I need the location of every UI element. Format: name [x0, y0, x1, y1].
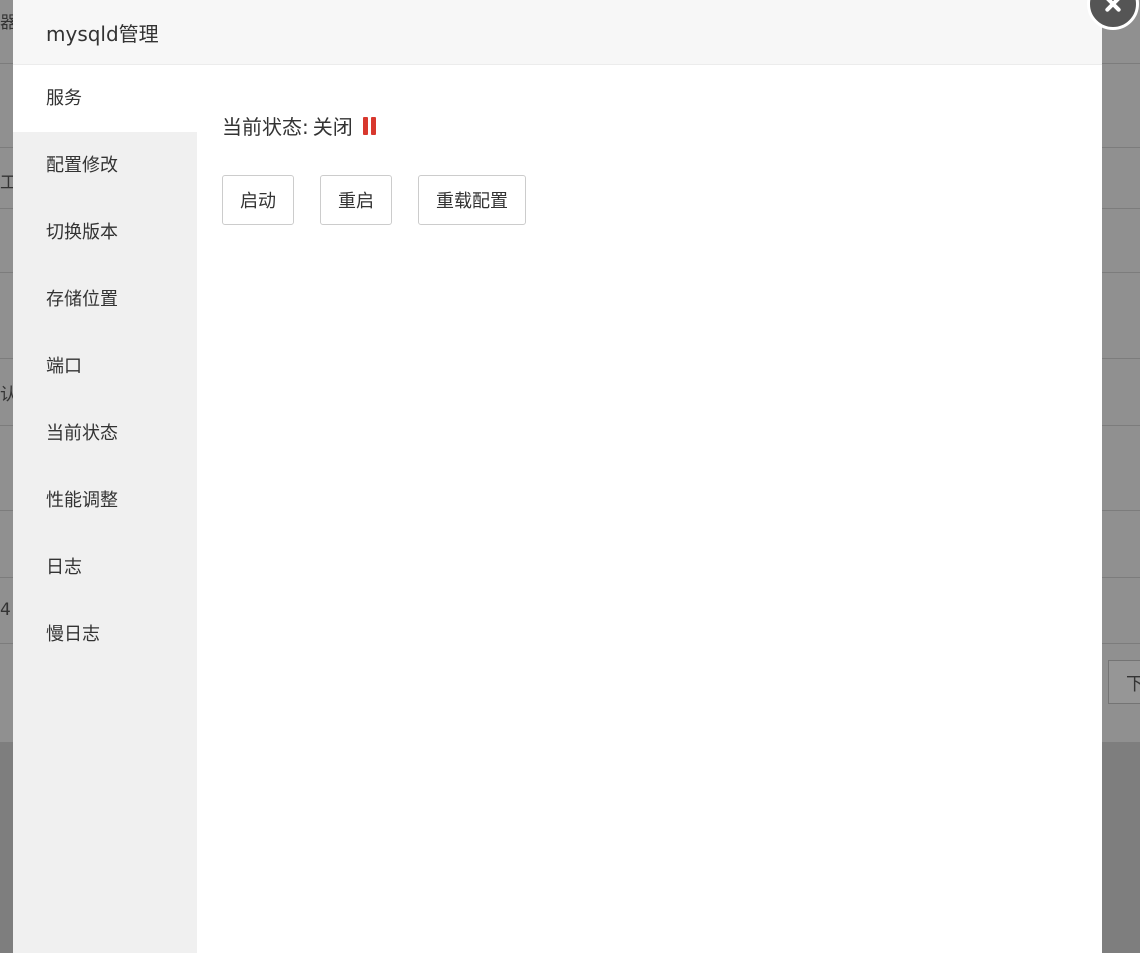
sidebar-item-current-status[interactable]: 当前状态 — [13, 400, 197, 467]
service-actions: 启动 重启 重载配置 — [222, 175, 552, 225]
status-value: 关闭 — [312, 115, 353, 139]
mysqld-manager-dialog: mysqld管理 服务 配置修改 切换版本 存储位置 端口 当前状态 性能调整 … — [13, 0, 1139, 953]
reload-config-button[interactable]: 重载配置 — [418, 175, 526, 225]
restart-button[interactable]: 重启 — [320, 175, 392, 225]
service-status: 当前状态: 关闭 — [222, 111, 377, 140]
sidebar-item-service[interactable]: 服务 — [13, 65, 197, 132]
start-button[interactable]: 启动 — [222, 175, 294, 225]
sidebar-item-performance-tuning[interactable]: 性能调整 — [13, 467, 197, 534]
dialog-title: mysqld管理 — [46, 22, 159, 46]
sidebar-item-config-edit[interactable]: 配置修改 — [13, 132, 197, 199]
sidebar-item-slow-log[interactable]: 慢日志 — [13, 601, 197, 668]
service-panel: 当前状态: 关闭 启动 重启 重载配置 — [197, 65, 1102, 953]
sidebar-item-switch-version[interactable]: 切换版本 — [13, 199, 197, 266]
sidebar-item-port[interactable]: 端口 — [13, 333, 197, 400]
sidebar-item-storage-location[interactable]: 存储位置 — [13, 266, 197, 333]
sidebar-item-log[interactable]: 日志 — [13, 534, 197, 601]
pause-icon — [362, 116, 377, 135]
dialog-sidebar: 服务 配置修改 切换版本 存储位置 端口 当前状态 性能调整 日志 慢日志 — [13, 65, 197, 953]
status-label: 当前状态: — [222, 115, 309, 139]
dialog-header: mysqld管理 — [13, 0, 1102, 65]
